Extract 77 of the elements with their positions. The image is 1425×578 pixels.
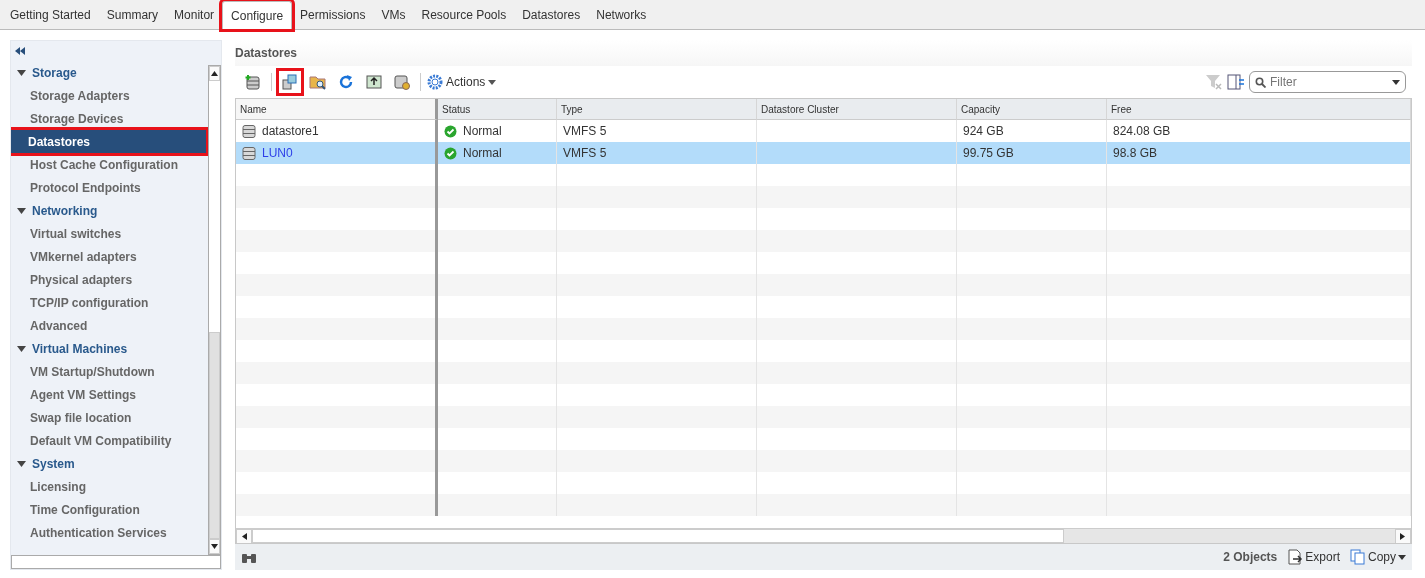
tab[interactable]: Networks (588, 1, 655, 29)
database-icon (242, 146, 256, 160)
sidebar-item[interactable]: Virtual switches (11, 222, 208, 245)
table-cell: VMFS 5 (557, 142, 757, 164)
sidebar-item[interactable]: VMkernel adapters (11, 245, 208, 268)
upload-icon (366, 74, 382, 90)
collapse-icon[interactable] (15, 47, 25, 55)
sidebar-item[interactable]: Agent VM Settings (11, 383, 208, 406)
tab[interactable]: VMs (373, 1, 414, 29)
column-header[interactable]: Free (1107, 99, 1411, 120)
toolbar-button[interactable] (278, 70, 302, 94)
column-header[interactable]: Name (236, 99, 438, 120)
search-icon (1255, 76, 1266, 88)
sidebar-item[interactable]: Licensing (11, 475, 208, 498)
table-cell: 98.8 GB (1107, 142, 1411, 164)
database-gear-icon (394, 74, 410, 90)
caret-icon[interactable] (1392, 79, 1400, 85)
columns-icon[interactable] (1227, 74, 1245, 90)
tab[interactable]: Permissions (292, 1, 374, 29)
tab[interactable]: Getting Started (2, 1, 99, 29)
datastore-cluster-icon (282, 74, 298, 90)
column-header[interactable]: Capacity (957, 99, 1107, 120)
table-cell: 99.75 GB (957, 142, 1107, 164)
scroll-left-icon[interactable] (240, 533, 248, 540)
table-cell: Normal (438, 142, 557, 164)
tab[interactable]: Resource Pools (413, 1, 515, 29)
sidebar-item[interactable]: TCP/IP configuration (11, 291, 208, 314)
refresh-icon (338, 74, 354, 90)
horizontal-scrollbar[interactable] (11, 555, 221, 569)
actions-button[interactable]: Actions (427, 74, 497, 90)
scroll-right-icon[interactable] (1399, 533, 1407, 540)
check-circle-icon (444, 124, 457, 138)
copy-icon (1350, 549, 1366, 565)
caret-icon (1398, 554, 1406, 560)
sidebar-item[interactable]: Host Cache Configuration (11, 153, 208, 176)
add-database-icon (245, 74, 261, 90)
sidebar-item[interactable]: Advanced (11, 314, 208, 337)
sidebar-item[interactable]: Swap file location (11, 406, 208, 429)
column-header[interactable]: Status (438, 99, 557, 120)
section-header[interactable]: System (11, 452, 208, 475)
copy-button[interactable]: Copy (1350, 549, 1406, 565)
vertical-scrollbar[interactable] (208, 65, 221, 555)
sidebar-item[interactable]: Time Configuration (11, 498, 208, 521)
folder-search-icon (309, 74, 327, 90)
scroll-up-icon[interactable] (211, 70, 218, 77)
column-header[interactable]: Type (557, 99, 757, 120)
sidebar-item[interactable]: Protocol Endpoints (11, 176, 208, 199)
database-icon (242, 124, 256, 138)
sidebar-item[interactable]: Physical adapters (11, 268, 208, 291)
sidebar-item[interactable]: Default VM Compatibility (11, 429, 208, 452)
sidebar-item[interactable]: VM Startup/Shutdown (11, 360, 208, 383)
export-icon (1287, 549, 1304, 565)
sidebar-item[interactable]: Storage Devices (11, 107, 208, 130)
sidebar-item[interactable]: Storage Adapters (11, 84, 208, 107)
check-circle-icon (444, 146, 457, 160)
sidebar-item[interactable]: Authentication Services (11, 521, 208, 544)
sidebar-item[interactable]: Datastores (11, 130, 206, 153)
tab[interactable]: Datastores (514, 1, 589, 29)
collapse-caret-icon[interactable] (17, 345, 26, 352)
scroll-down-icon[interactable] (211, 543, 218, 550)
section-header[interactable]: Virtual Machines (11, 337, 208, 360)
column-header[interactable]: Datastore Cluster (757, 99, 957, 120)
collapse-caret-icon[interactable] (17, 207, 26, 214)
tab[interactable]: Configure (222, 1, 293, 29)
tab[interactable]: Summary (98, 1, 167, 29)
caret-icon (488, 79, 497, 85)
object-count: 2 Objects (1223, 550, 1278, 564)
section-header[interactable]: Storage (11, 61, 208, 84)
table-cell[interactable]: LUN0 (236, 142, 438, 164)
collapse-caret-icon[interactable] (17, 460, 26, 467)
tab[interactable]: Monitor (166, 1, 223, 29)
filter-field[interactable]: Filter (1249, 71, 1406, 93)
gear-icon (427, 74, 443, 90)
section-header[interactable]: Networking (11, 199, 208, 222)
collapse-caret-icon[interactable] (17, 69, 26, 76)
export-button[interactable]: Export (1287, 549, 1340, 565)
horizontal-scrollbar[interactable] (236, 528, 1411, 543)
